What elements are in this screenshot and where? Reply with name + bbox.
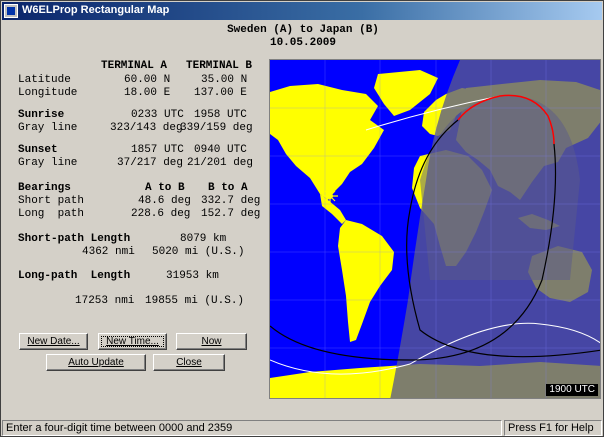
grayline-sunset-b: 21/201 deg xyxy=(187,157,254,169)
status-bar: Enter a four-digit time between 0000 and… xyxy=(2,420,602,436)
short-path-bearing-b: 332.7 deg xyxy=(201,195,261,207)
sunset-b: 0940 UTC xyxy=(194,144,247,156)
sunrise-b: 1958 UTC xyxy=(194,109,247,121)
rectangular-map[interactable]: 1900 UTC xyxy=(269,59,601,399)
short-length-mi: 5020 mi (U.S.) xyxy=(152,246,245,258)
grayline-sunrise-label: Gray line xyxy=(18,122,78,134)
app-icon[interactable] xyxy=(4,4,18,18)
window-title: W6ELProp Rectangular Map xyxy=(22,4,170,16)
bearing-a-to-b-header: A to B xyxy=(145,182,185,194)
sunrise-a: 0233 UTC xyxy=(131,109,184,121)
auto-update-button[interactable]: Auto Update xyxy=(46,354,146,371)
status-message: Enter a four-digit time between 0000 and… xyxy=(2,420,502,436)
longitude-b: 137.00 E xyxy=(194,87,247,99)
latitude-label: Latitude xyxy=(18,74,71,86)
long-length-nmi: 17253 nmi xyxy=(75,295,135,307)
title-bar[interactable]: W6ELProp Rectangular Map xyxy=(2,2,602,20)
now-button[interactable]: Now xyxy=(176,333,247,350)
new-date-button[interactable]: New Date... xyxy=(19,333,88,350)
close-button[interactable]: Close xyxy=(153,354,225,371)
sunrise-label: Sunrise xyxy=(18,109,65,121)
terminal-b-header: TERMINAL B xyxy=(186,60,253,72)
sunset-label: Sunset xyxy=(18,144,58,156)
short-length-label: Short-path Length xyxy=(18,233,131,245)
help-hint: Press F1 for Help xyxy=(504,420,602,436)
short-path-label: Short path xyxy=(18,195,85,207)
short-length-km: 8079 km xyxy=(180,233,227,245)
long-path-bearing-a: 228.6 deg xyxy=(131,208,191,220)
sunset-a: 1857 UTC xyxy=(131,144,184,156)
longitude-a: 18.00 E xyxy=(124,87,171,99)
latitude-a: 60.00 N xyxy=(124,74,171,86)
grayline-sunrise-a: 323/143 deg xyxy=(110,122,183,134)
path-date: 10.05.2009 xyxy=(269,37,336,49)
new-time-button[interactable]: New Time... xyxy=(98,333,167,350)
long-length-label: Long-path Length xyxy=(18,270,131,282)
short-path-bearing-a: 48.6 deg xyxy=(138,195,191,207)
map-utc-time: 1900 UTC xyxy=(546,384,598,396)
short-length-nmi: 4362 nmi xyxy=(82,246,135,258)
terminal-a-header: TERMINAL A xyxy=(101,60,168,72)
bearing-b-to-a-header: B to A xyxy=(208,182,248,194)
grayline-sunset-a: 37/217 deg xyxy=(117,157,184,169)
main-window: W6ELProp Rectangular Map Sweden (A) to J… xyxy=(0,0,604,437)
long-length-km: 31953 km xyxy=(166,270,219,282)
bearings-label: Bearings xyxy=(18,182,71,194)
long-length-mi: 19855 mi (U.S.) xyxy=(145,295,245,307)
path-title: Sweden (A) to Japan (B) xyxy=(227,24,379,36)
world-map-graphic xyxy=(270,60,600,398)
grayline-sunset-label: Gray line xyxy=(18,157,78,169)
longitude-label: Longitude xyxy=(18,87,78,99)
long-path-label: Long path xyxy=(18,208,85,220)
grayline-sunrise-b: 339/159 deg xyxy=(180,122,253,134)
latitude-b: 35.00 N xyxy=(201,74,248,86)
long-path-bearing-b: 152.7 deg xyxy=(201,208,261,220)
